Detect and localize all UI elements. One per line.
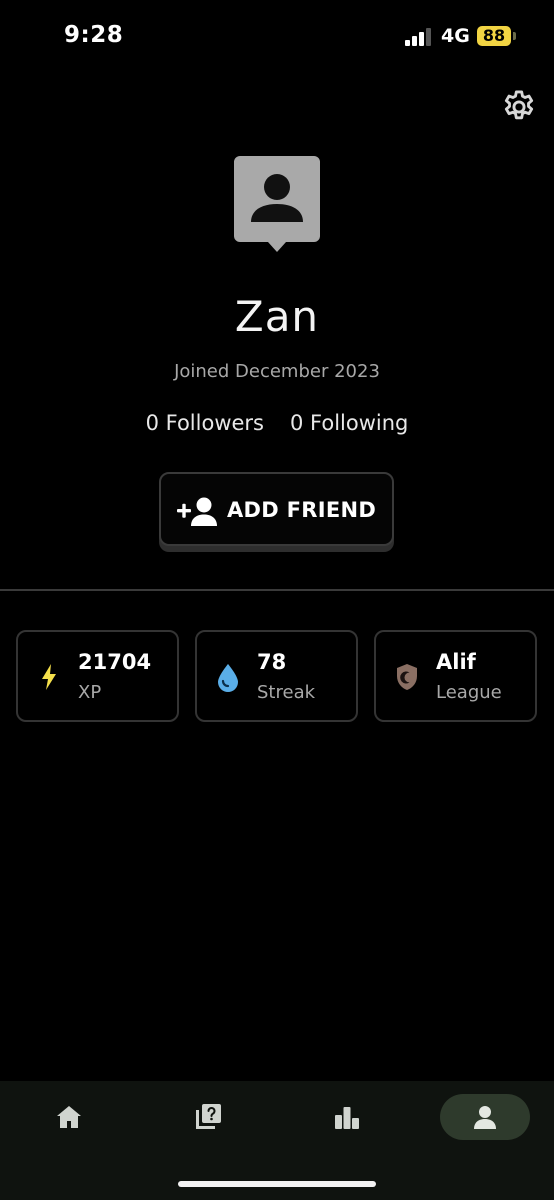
streak-label: Streak (257, 682, 316, 703)
gear-icon[interactable] (500, 88, 538, 126)
league-value: Alif (436, 650, 476, 674)
league-label: League (436, 682, 502, 703)
profile-name: Zan (234, 292, 320, 341)
joined-date: Joined December 2023 (174, 361, 380, 382)
nav-quiz[interactable] (163, 1094, 253, 1140)
status-time: 9:28 (64, 22, 124, 48)
following-count[interactable]: 0 Following (290, 411, 408, 435)
home-indicator[interactable] (178, 1181, 376, 1187)
leaderboard-icon (335, 1107, 359, 1129)
section-divider (0, 589, 554, 591)
stat-card-streak: 78 Streak (195, 630, 358, 722)
stat-card-league: Alif League (374, 630, 537, 722)
add-person-icon (177, 497, 217, 526)
xp-value: 21704 (78, 650, 152, 674)
shield-icon (397, 664, 417, 690)
avatar (234, 156, 320, 252)
battery-cap (513, 32, 516, 40)
status-bar: 9:28 4G 88 (0, 0, 554, 70)
quiz-cards-icon (196, 1104, 221, 1129)
xp-label: XP (78, 682, 102, 703)
nav-home[interactable] (24, 1094, 114, 1140)
profile-icon (474, 1106, 496, 1129)
stat-card-xp: 21704 XP (16, 630, 179, 722)
add-friend-label: ADD FRIEND (227, 498, 377, 522)
streak-value: 78 (257, 650, 287, 674)
lightning-icon (42, 664, 56, 690)
follow-counts: 0 Followers 0 Following (0, 411, 554, 435)
home-icon (57, 1106, 81, 1128)
add-friend-button[interactable]: ADD FRIEND (159, 472, 394, 546)
nav-leaderboard[interactable] (302, 1094, 392, 1140)
network-type: 4G (441, 25, 470, 47)
nav-profile[interactable] (440, 1094, 530, 1140)
signal-strength-icon (405, 28, 431, 46)
battery-level: 88 (477, 26, 511, 46)
water-drop-icon (218, 664, 238, 692)
followers-count[interactable]: 0 Followers (146, 411, 264, 435)
